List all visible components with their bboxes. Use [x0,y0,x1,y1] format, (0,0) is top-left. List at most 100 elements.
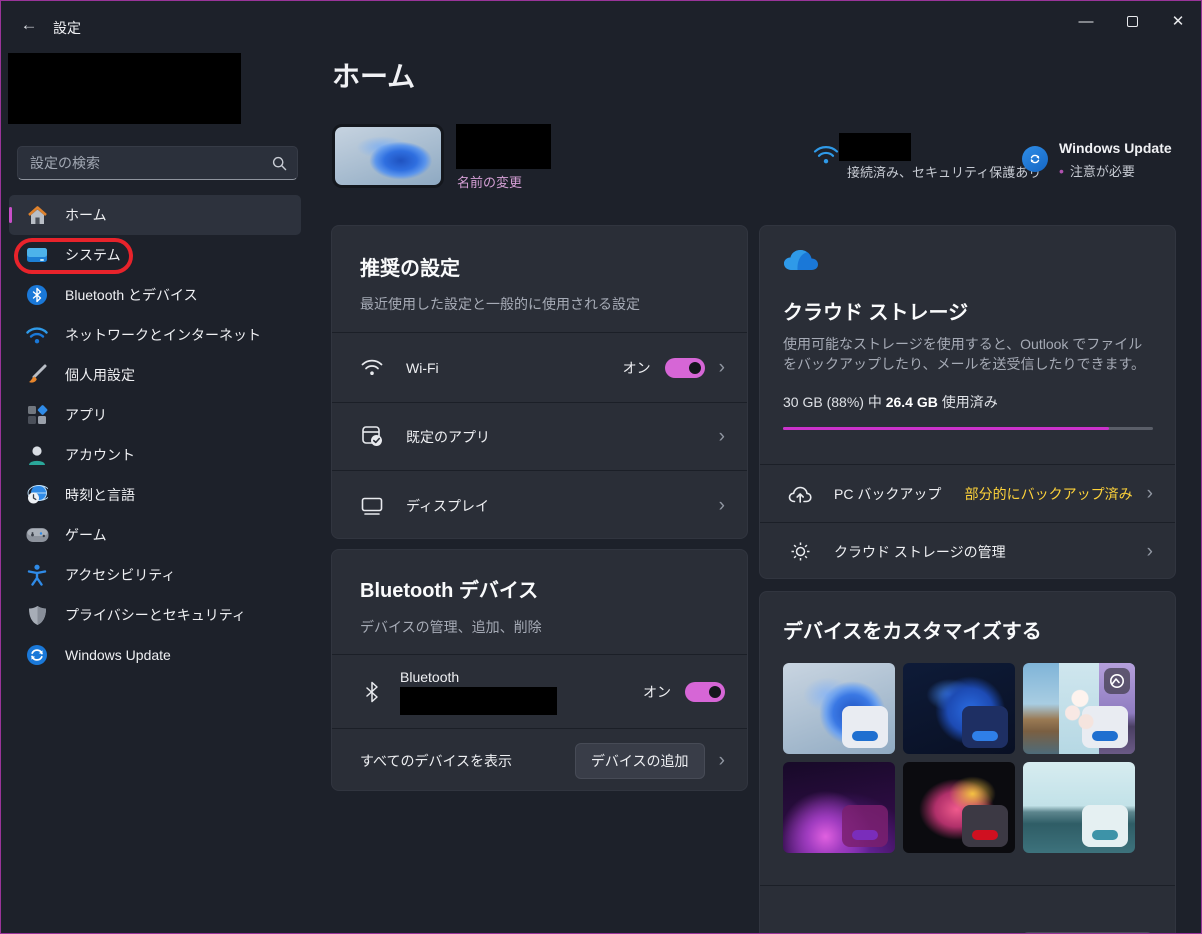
device-name-redaction [456,124,551,169]
add-device-button[interactable]: デバイスの追加 [575,743,705,779]
card-title: 推奨の設定 [360,252,723,281]
chevron-right-icon: › [719,358,725,377]
windows-update-status-icon [1022,146,1048,172]
cloud-storage-card: クラウド ストレージ 使用可能なストレージを使用すると、Outlook でファイ… [759,225,1176,579]
theme-thumbnail-light-bloom[interactable] [783,663,895,754]
sidebar-item-apps[interactable]: アプリ [9,395,301,435]
theme-preview-window [962,805,1008,847]
shield-icon [25,603,49,627]
windows-update-icon [25,643,49,667]
minimize-button[interactable]: — [1063,1,1109,41]
row-label: クラウド ストレージの管理 [834,542,1006,562]
gamepad-icon [25,523,49,547]
bluetooth-icon [360,681,384,703]
display-row[interactable]: ディスプレイ › [332,470,747,540]
minimize-icon: — [1079,13,1094,30]
rename-device-link[interactable]: 名前の変更 [457,172,522,191]
customize-device-card: デバイスをカスタマイズする カラー モード [759,591,1176,934]
system-icon [25,243,49,267]
sidebar-item-label: Windows Update [65,647,171,663]
manage-cloud-storage-row[interactable]: クラウド ストレージの管理 › [760,522,1175,580]
wifi-status-text: 接続済み、セキュリティ保護あり [847,162,1041,181]
account-redaction [8,53,241,124]
default-apps-row[interactable]: 既定のアプリ › [332,402,747,470]
bluetooth-icon [25,283,49,307]
sidebar-item-bluetooth[interactable]: Bluetooth とデバイス [9,275,301,315]
theme-thumbnail-dark-bloom[interactable] [903,663,1015,754]
close-button[interactable]: ✕ [1155,1,1201,41]
windows-update-title: Windows Update [1059,140,1172,156]
storage-progress-bar [783,427,1153,430]
theme-thumbnail-teal-lake[interactable] [1023,762,1135,853]
theme-thumbnail-spotlight[interactable] [1023,663,1135,754]
card-title: クラウド ストレージ [783,296,968,325]
device-wallpaper-thumbnail [332,124,444,188]
storage-usage-text: 30 GB (88%) 中 26.4 GB 使用済み [783,392,998,412]
search-input[interactable]: 設定の検索 [17,146,298,180]
page-title: ホーム [332,55,415,95]
chevron-right-icon: › [1147,484,1153,503]
windows-update-status: •注意が必要 [1059,161,1135,180]
wifi-icon [360,359,384,376]
window-title: 設定 [53,18,81,38]
sidebar-item-accessibility[interactable]: アクセシビリティ [9,555,301,595]
sidebar-nav: ホーム システム Bluetooth とデバイス ネットワークとインターネット … [9,195,301,675]
row-label: Bluetooth [400,669,557,685]
wifi-name-redaction [839,133,911,161]
cloud-description: 使用可能なストレージを使用すると、Outlook でファイルをバックアップしたり… [783,334,1155,374]
view-all-devices-row[interactable]: すべてのデバイスを表示 デバイスの追加 › [332,728,747,792]
back-button[interactable]: ← [15,13,43,37]
theme-thumbnail-purple-glow[interactable] [783,762,895,853]
sidebar-item-network[interactable]: ネットワークとインターネット [9,315,301,355]
sidebar-item-label: Bluetooth とデバイス [65,285,198,305]
account-icon [25,443,49,467]
color-mode-row: カラー モード ダーク › [760,885,1175,934]
accessibility-icon [25,563,49,587]
back-icon: ← [21,15,38,35]
wifi-setting-row[interactable]: Wi-Fi オン › [332,332,747,402]
storage-progress-fill [783,427,1109,430]
titlebar: ← 設定 — ✕ [1,1,1201,49]
sidebar-item-label: ゲーム [65,525,107,545]
maximize-button[interactable] [1109,1,1155,41]
toggle-state-label: オン [643,682,671,702]
chevron-right-icon: › [719,496,725,515]
card-subtitle: デバイスの管理、追加、削除 [360,617,723,637]
pc-backup-row[interactable]: PC バックアップ 部分的にバックアップ済み › [760,464,1175,522]
wifi-toggle[interactable] [665,358,705,378]
cloud-backup-icon [788,485,812,503]
wifi-icon [25,323,49,347]
theme-thumbnail-dark-flower[interactable] [903,762,1015,853]
sidebar-item-time-language[interactable]: 時刻と言語 [9,475,301,515]
bluetooth-toggle[interactable] [685,682,725,702]
chevron-right-icon: › [1147,542,1153,561]
sidebar-item-label: 時刻と言語 [65,485,135,505]
row-label: 既定のアプリ [406,427,490,447]
attention-bullet-icon: • [1059,163,1064,179]
theme-preview-window [962,706,1008,748]
chevron-right-icon: › [719,427,725,446]
sidebar-item-label: ネットワークとインターネット [65,325,261,345]
card-title: Bluetooth デバイス [360,574,723,603]
theme-preview-window [842,706,888,748]
card-title: デバイスをカスタマイズする [783,615,1042,644]
theme-preview-window [842,805,888,847]
bluetooth-toggle-row[interactable]: Bluetooth オン [332,654,747,728]
sidebar-item-gaming[interactable]: ゲーム [9,515,301,555]
sidebar-item-windows-update[interactable]: Windows Update [9,635,301,675]
sidebar-item-privacy[interactable]: プライバシーとセキュリティ [9,595,301,635]
sidebar-item-system[interactable]: システム [9,235,301,275]
row-label: ディスプレイ [406,496,489,516]
sidebar-item-home[interactable]: ホーム [9,195,301,235]
sidebar-item-label: アカウント [65,445,135,465]
row-label: すべてのデバイスを表示 [360,751,512,771]
bluetooth-devices-card: Bluetooth デバイス デバイスの管理、追加、削除 Bluetooth オ… [331,549,748,791]
sidebar-item-personalization[interactable]: 個人用設定 [9,355,301,395]
row-label: Wi-Fi [406,360,439,376]
close-icon: ✕ [1172,12,1185,30]
wifi-status-icon [813,145,839,165]
row-label: PC バックアップ [834,484,941,504]
sidebar-item-accounts[interactable]: アカウント [9,435,301,475]
settings-window: ← 設定 — ✕ 設定の検索 ホーム システム [0,0,1202,934]
sidebar-item-label: システム [65,245,121,265]
